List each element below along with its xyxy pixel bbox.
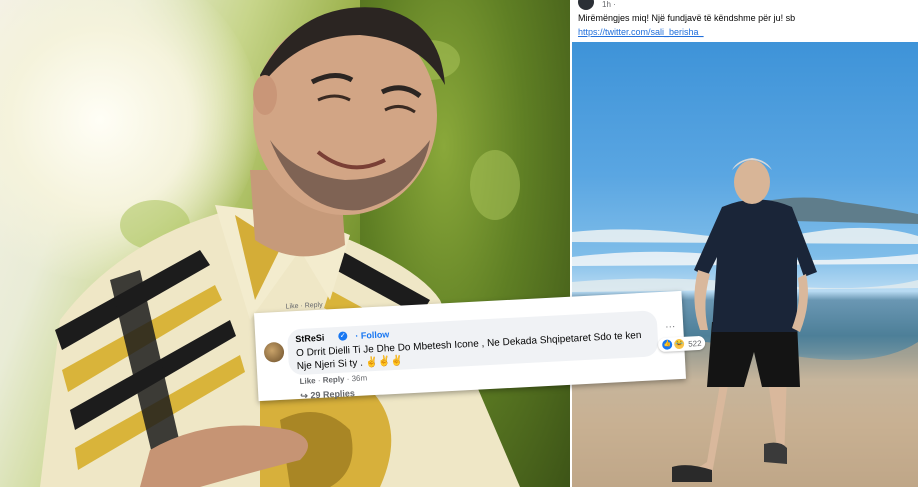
facebook-post-header: 1h · Mirëmëngjes miq! Një fundjavë të kë…: [572, 0, 918, 42]
haha-reaction-icon: 😂: [673, 338, 685, 350]
post-time[interactable]: 1h ·: [602, 0, 616, 9]
follow-button[interactable]: · Follow: [355, 329, 389, 341]
smiling-man-figure: [40, 7, 520, 487]
verified-badge-icon: ✓: [338, 331, 348, 341]
like-reaction-icon: 👍: [661, 339, 673, 350]
comment-time[interactable]: 36m: [351, 373, 367, 383]
more-options-icon[interactable]: ···: [665, 321, 676, 333]
post-text: Mirëmëngjes miq! Një fundjavë të këndshm…: [578, 13, 796, 23]
reaction-summary[interactable]: 👍 😂 522: [657, 335, 706, 353]
left-photo: [0, 0, 570, 487]
victory-hand-emoji: ✌✌✌: [365, 355, 404, 369]
previous-comment-actions[interactable]: Like · Reply: [286, 302, 323, 311]
poster-avatar[interactable]: [578, 0, 594, 10]
post-twitter-link[interactable]: https://twitter.com/sali_berisha_: [578, 27, 704, 37]
commenter-avatar[interactable]: [263, 341, 285, 363]
reply-link[interactable]: Reply: [322, 375, 344, 385]
beach-photo[interactable]: [572, 42, 918, 487]
reaction-count: 522: [687, 338, 702, 349]
comment-text: O Drrit Dielli Ti Je Dhe Do Mbetesh Icon…: [296, 328, 657, 373]
comment-body: O Drrit Dielli Ti Je Dhe Do Mbetesh Icon…: [295, 330, 642, 373]
reply-arrow-icon: ↪: [300, 390, 309, 401]
like-link[interactable]: Like: [299, 376, 315, 386]
man-on-beach-figure: [572, 158, 918, 487]
comment-bubble: StReSi ✓ · Follow O Drrit Dielli Ti Je D…: [286, 310, 706, 376]
comment-actions: Like · Reply · 36m: [299, 373, 368, 386]
replies-count: 29 Replies: [310, 388, 356, 401]
commenter-name[interactable]: StReSi: [295, 333, 324, 345]
